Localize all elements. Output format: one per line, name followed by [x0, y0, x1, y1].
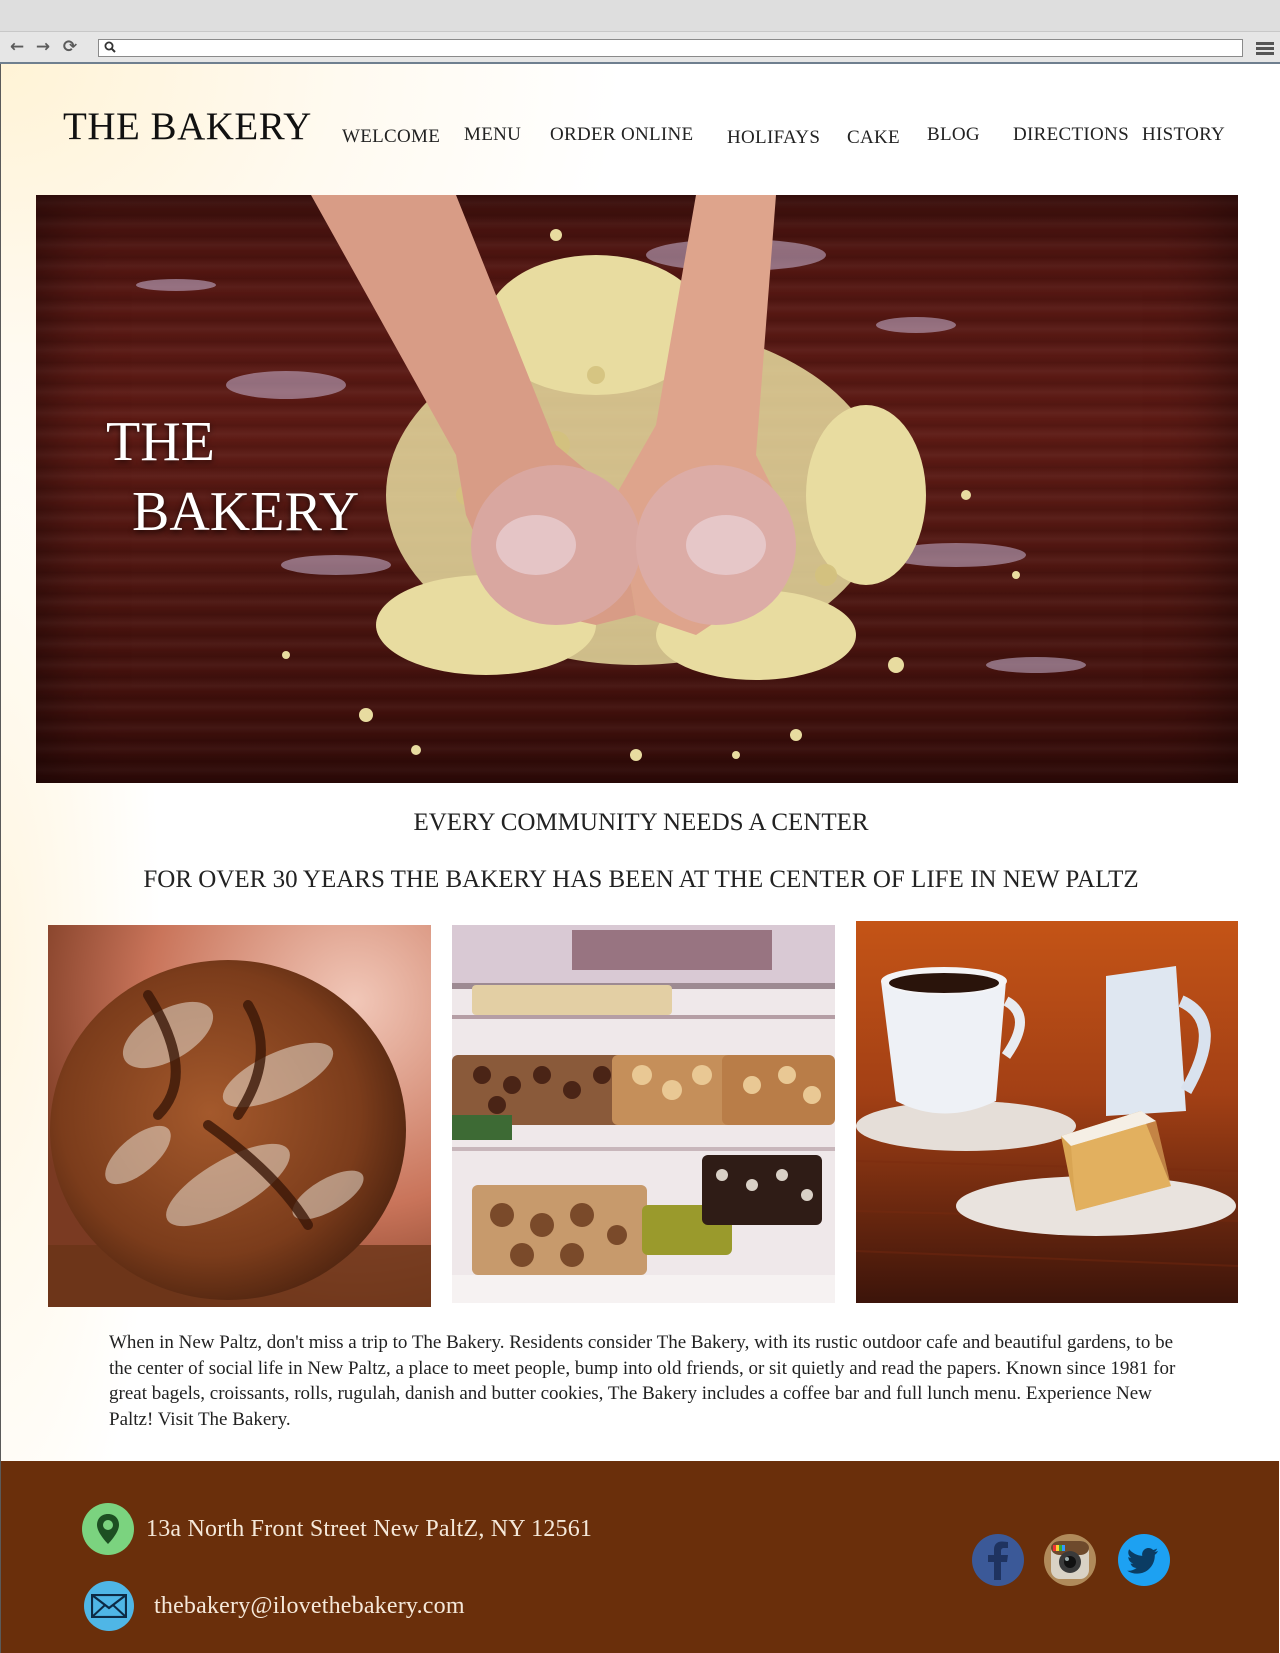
- nav-directions[interactable]: DIRECTIONS: [1013, 124, 1129, 146]
- hamburger-menu-icon[interactable]: [1256, 42, 1274, 56]
- hero-banner: THE BAKERY: [36, 195, 1238, 783]
- nav-blog[interactable]: BLOG: [927, 124, 980, 146]
- nav-welcome[interactable]: WELCOME: [342, 126, 440, 148]
- nav-menu[interactable]: MENU: [464, 124, 521, 146]
- instagram-icon[interactable]: [1044, 1534, 1096, 1586]
- hero-title-line2: BAKERY: [132, 481, 360, 543]
- footer-address[interactable]: 13a North Front Street New PaltZ, NY 125…: [146, 1516, 592, 1543]
- arrow-right-icon[interactable]: →: [32, 36, 54, 58]
- main-nav: WELCOME MENU ORDER ONLINE HOLIFAYS CAKE …: [1, 124, 1279, 154]
- nav-history[interactable]: HISTORY: [1142, 124, 1225, 146]
- envelope-icon: [84, 1581, 134, 1631]
- page-content: THE BAKERY WELCOME MENU ORDER ONLINE HOL…: [1, 64, 1279, 1461]
- address-bar[interactable]: [98, 39, 1243, 57]
- bread-loaf-photo: [48, 925, 431, 1307]
- facebook-icon[interactable]: [972, 1534, 1024, 1586]
- pastry-display-case-photo: [452, 925, 835, 1303]
- location-pin-icon: [82, 1503, 134, 1555]
- reload-icon[interactable]: ⟳: [59, 36, 81, 58]
- hero-title-line1: THE: [106, 411, 215, 473]
- nav-order-online[interactable]: ORDER ONLINE: [550, 124, 693, 146]
- coffee-and-cake-photo: [856, 921, 1238, 1303]
- description-paragraph: When in New Paltz, don't miss a trip to …: [109, 1332, 1176, 1430]
- address-row: 13a North Front Street New PaltZ, NY 125…: [82, 1503, 592, 1555]
- arrow-left-icon[interactable]: ←: [6, 36, 28, 58]
- subtagline: FOR OVER 30 YEARS THE BAKERY HAS BEEN AT…: [143, 866, 1139, 893]
- browser-toolbar: ← → ⟳: [0, 32, 1280, 64]
- hero-title: THE BAKERY: [106, 407, 359, 547]
- browser-title-bar: [0, 0, 1280, 32]
- footer-email[interactable]: thebakery@ilovethebakery.com: [154, 1593, 465, 1620]
- email-row: thebakery@ilovethebakery.com: [84, 1581, 465, 1631]
- nav-holifays[interactable]: HOLIFAYS: [727, 127, 820, 149]
- tagline: EVERY COMMUNITY NEEDS A CENTER: [413, 809, 869, 836]
- search-icon: [104, 41, 116, 53]
- twitter-icon[interactable]: [1118, 1534, 1170, 1586]
- footer: 13a North Front Street New PaltZ, NY 125…: [1, 1461, 1279, 1653]
- nav-cake[interactable]: CAKE: [847, 127, 900, 149]
